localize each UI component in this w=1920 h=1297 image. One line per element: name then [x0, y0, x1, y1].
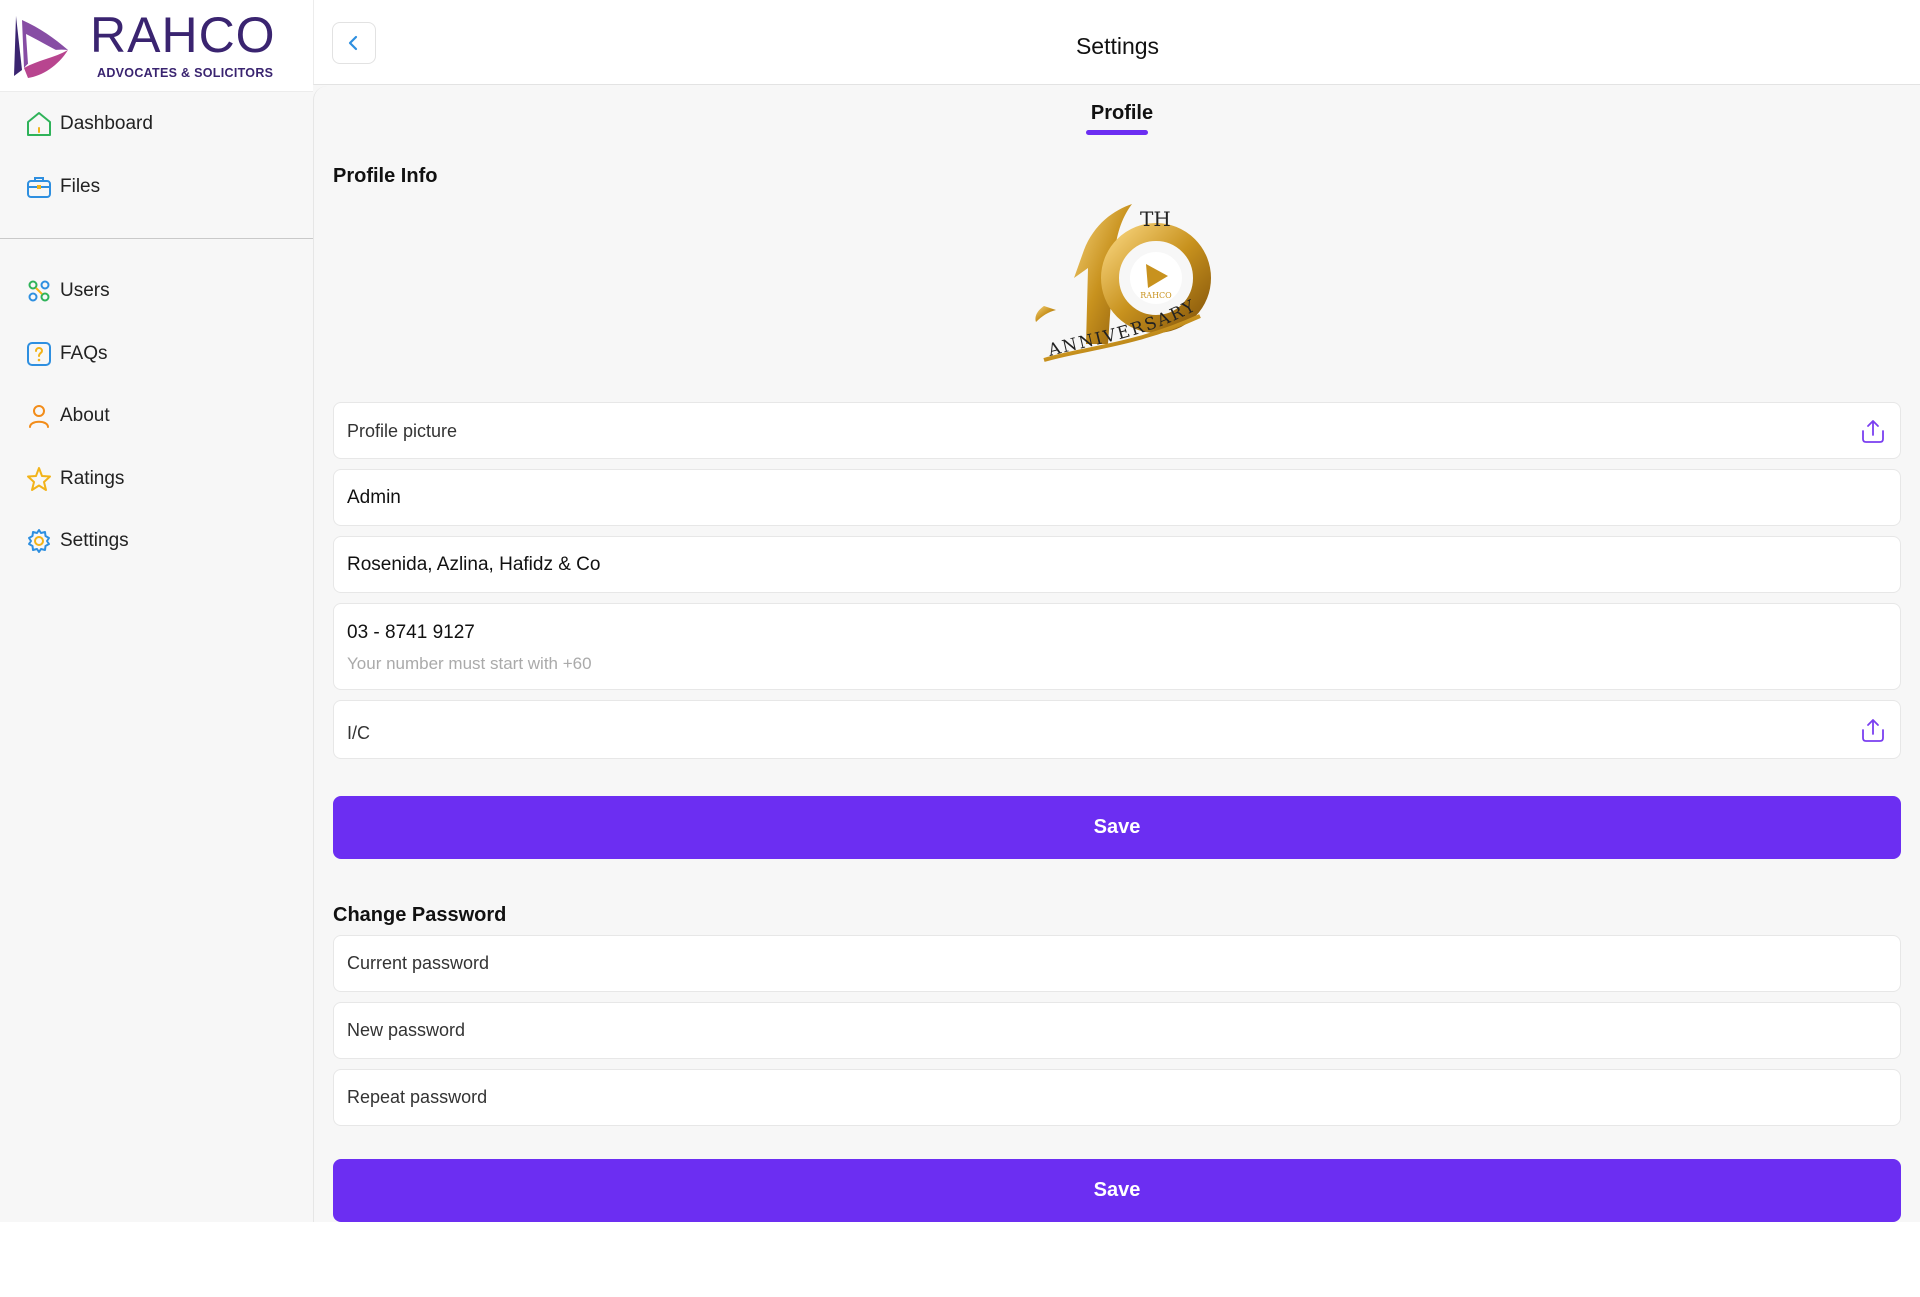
- avatar-top-text: TH: [1140, 207, 1171, 231]
- sidebar-item-about[interactable]: About: [24, 399, 110, 433]
- sidebar-item-label: Users: [60, 280, 110, 301]
- phone-hint: Your number must start with +60: [347, 654, 592, 673]
- upload-icon[interactable]: [1858, 715, 1888, 745]
- profile-avatar[interactable]: RAHCO TH ANNIVERSARY: [1024, 198, 1220, 372]
- gear-icon: [24, 526, 54, 556]
- phone-field[interactable]: 03 - 8741 9127 Your number must start wi…: [333, 603, 1901, 690]
- top-header: Settings: [313, 0, 1920, 85]
- sidebar: RAHCO ADVOCATES & SOLICITORS Dashboard F…: [0, 0, 313, 1222]
- current-password-field[interactable]: [333, 935, 1901, 992]
- sidebar-item-users[interactable]: Users: [24, 274, 110, 308]
- new-password-input[interactable]: [334, 1003, 1900, 1058]
- profile-picture-field[interactable]: Profile picture: [333, 402, 1901, 459]
- profile-info-title: Profile Info: [333, 165, 438, 187]
- page-title: Settings: [1075, 33, 1160, 59]
- current-password-input[interactable]: [334, 936, 1900, 991]
- brand-subtitle: ADVOCATES & SOLICITORS: [97, 66, 274, 80]
- ic-label: I/C: [347, 723, 371, 743]
- sidebar-item-label: Ratings: [60, 468, 125, 489]
- avatar-center-text: RAHCO: [1140, 291, 1172, 300]
- sidebar-divider: [0, 238, 313, 239]
- brand-name: RAHCO: [90, 7, 276, 63]
- upload-icon[interactable]: [1858, 416, 1888, 446]
- settings-content: Profile Profile Info RAHCO TH ANNIVERSAR…: [313, 86, 1920, 1222]
- sidebar-item-ratings[interactable]: Ratings: [24, 462, 124, 496]
- app-window: RAHCO ADVOCATES & SOLICITORS Dashboard F…: [0, 0, 1920, 1222]
- sidebar-item-label: Files: [60, 176, 101, 197]
- sidebar-item-settings[interactable]: Settings: [24, 524, 129, 558]
- change-password-title: Change Password: [333, 904, 507, 926]
- name-field[interactable]: Admin: [333, 469, 1901, 526]
- sidebar-item-label: Settings: [60, 530, 129, 551]
- firm-value: Rosenida, Azlina, Hafidz & Co: [347, 554, 601, 575]
- firm-field[interactable]: Rosenida, Azlina, Hafidz & Co: [333, 536, 1901, 593]
- person-icon: [24, 401, 54, 431]
- phone-value: 03 - 8741 9127: [347, 622, 475, 643]
- sidebar-item-label: About: [60, 405, 110, 426]
- sidebar-item-label: Dashboard: [60, 113, 153, 134]
- save-password-button[interactable]: Save: [333, 1159, 1901, 1222]
- repeat-password-input[interactable]: [334, 1070, 1900, 1125]
- active-tab-indicator: [1086, 130, 1148, 135]
- sidebar-item-label: FAQs: [60, 343, 108, 364]
- repeat-password-field[interactable]: [333, 1069, 1901, 1126]
- sidebar-item-files[interactable]: Files: [24, 170, 100, 204]
- sidebar-item-dashboard[interactable]: Dashboard: [24, 107, 153, 141]
- save-profile-button[interactable]: Save: [333, 796, 1901, 859]
- anniversary-badge-icon: RAHCO TH ANNIVERSARY: [1035, 204, 1211, 362]
- tab-profile[interactable]: Profile: [1086, 102, 1158, 125]
- brand-logo[interactable]: RAHCO ADVOCATES & SOLICITORS: [0, 0, 313, 92]
- profile-picture-label: Profile picture: [347, 421, 458, 441]
- rahco-logo-icon: [14, 16, 68, 78]
- briefcase-icon: [24, 172, 54, 202]
- home-icon: [24, 109, 54, 139]
- faq-icon: [24, 339, 54, 369]
- new-password-field[interactable]: [333, 1002, 1901, 1059]
- name-value: Admin: [347, 487, 401, 508]
- star-icon: [24, 464, 54, 494]
- ic-field[interactable]: I/C: [333, 700, 1901, 759]
- sidebar-item-faqs[interactable]: FAQs: [24, 337, 108, 371]
- users-icon: [24, 276, 54, 306]
